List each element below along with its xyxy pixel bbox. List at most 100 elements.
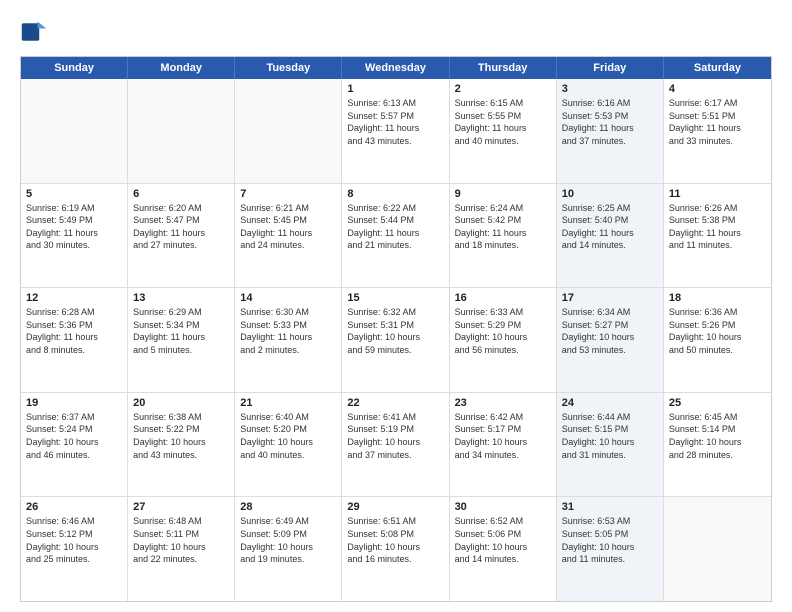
day-info: Sunrise: 6:32 AM Sunset: 5:31 PM Dayligh… bbox=[347, 306, 443, 356]
day-info: Sunrise: 6:49 AM Sunset: 5:09 PM Dayligh… bbox=[240, 515, 336, 565]
day-number: 27 bbox=[133, 501, 229, 513]
day-cell-6: 6 Sunrise: 6:20 AM Sunset: 5:47 PM Daylig… bbox=[128, 184, 235, 288]
day-number: 5 bbox=[26, 188, 122, 200]
day-number: 20 bbox=[133, 397, 229, 409]
day-info: Sunrise: 6:15 AM Sunset: 5:55 PM Dayligh… bbox=[455, 97, 551, 147]
day-cell-10: 10 Sunrise: 6:25 AM Sunset: 5:40 PM Dayli… bbox=[557, 184, 664, 288]
day-of-week-sunday: Sunday bbox=[21, 57, 128, 79]
day-number: 15 bbox=[347, 292, 443, 304]
day-cell-25: 25 Sunrise: 6:45 AM Sunset: 5:14 PM Dayli… bbox=[664, 393, 771, 497]
day-number: 16 bbox=[455, 292, 551, 304]
day-info: Sunrise: 6:41 AM Sunset: 5:19 PM Dayligh… bbox=[347, 411, 443, 461]
day-of-week-wednesday: Wednesday bbox=[342, 57, 449, 79]
header bbox=[20, 18, 772, 46]
day-cell-18: 18 Sunrise: 6:36 AM Sunset: 5:26 PM Dayli… bbox=[664, 288, 771, 392]
day-number: 24 bbox=[562, 397, 658, 409]
calendar-body: 1 Sunrise: 6:13 AM Sunset: 5:57 PM Daylig… bbox=[21, 79, 771, 601]
day-info: Sunrise: 6:21 AM Sunset: 5:45 PM Dayligh… bbox=[240, 202, 336, 252]
calendar-week-1: 1 Sunrise: 6:13 AM Sunset: 5:57 PM Daylig… bbox=[21, 79, 771, 183]
day-number: 7 bbox=[240, 188, 336, 200]
day-cell-12: 12Sunrise: 6:28 AM Sunset: 5:36 PM Dayli… bbox=[21, 288, 128, 392]
calendar-week-5: 26Sunrise: 6:46 AM Sunset: 5:12 PM Dayli… bbox=[21, 496, 771, 601]
day-number: 18 bbox=[669, 292, 766, 304]
day-number: 23 bbox=[455, 397, 551, 409]
day-cell-24: 24Sunrise: 6:44 AM Sunset: 5:15 PM Dayli… bbox=[557, 393, 664, 497]
day-cell-4: 4Sunrise: 6:17 AM Sunset: 5:51 PM Daylig… bbox=[664, 79, 771, 183]
day-cell-29: 29Sunrise: 6:51 AM Sunset: 5:08 PM Dayli… bbox=[342, 497, 449, 601]
day-number: 11 bbox=[669, 188, 766, 200]
day-number: 21 bbox=[240, 397, 336, 409]
day-info: Sunrise: 6:34 AM Sunset: 5:27 PM Dayligh… bbox=[562, 306, 658, 356]
day-number: 4 bbox=[669, 83, 766, 95]
day-cell-30: 30 Sunrise: 6:52 AM Sunset: 5:06 PM Dayli… bbox=[450, 497, 557, 601]
day-info: Sunrise: 6:16 AM Sunset: 5:53 PM Dayligh… bbox=[562, 97, 658, 147]
day-cell-11: 11 Sunrise: 6:26 AM Sunset: 5:38 PM Dayli… bbox=[664, 184, 771, 288]
day-number: 3 bbox=[562, 83, 658, 95]
day-number: 6 bbox=[133, 188, 229, 200]
calendar-week-2: 5 Sunrise: 6:19 AM Sunset: 5:49 PM Daylig… bbox=[21, 183, 771, 288]
day-cell-22: 22Sunrise: 6:41 AM Sunset: 5:19 PM Dayli… bbox=[342, 393, 449, 497]
day-info: Sunrise: 6:52 AM Sunset: 5:06 PM Dayligh… bbox=[455, 515, 551, 565]
page: SundayMondayTuesdayWednesdayThursdayFrid… bbox=[0, 0, 792, 612]
day-info: Sunrise: 6:37 AM Sunset: 5:24 PM Dayligh… bbox=[26, 411, 122, 461]
day-of-week-friday: Friday bbox=[557, 57, 664, 79]
day-cell-16: 16 Sunrise: 6:33 AM Sunset: 5:29 PM Dayli… bbox=[450, 288, 557, 392]
day-of-week-saturday: Saturday bbox=[664, 57, 771, 79]
empty-cell bbox=[128, 79, 235, 183]
day-number: 30 bbox=[455, 501, 551, 513]
day-info: Sunrise: 6:20 AM Sunset: 5:47 PM Dayligh… bbox=[133, 202, 229, 252]
day-info: Sunrise: 6:19 AM Sunset: 5:49 PM Dayligh… bbox=[26, 202, 122, 252]
day-number: 9 bbox=[455, 188, 551, 200]
day-cell-19: 19 Sunrise: 6:37 AM Sunset: 5:24 PM Dayli… bbox=[21, 393, 128, 497]
day-cell-3: 3 Sunrise: 6:16 AM Sunset: 5:53 PM Daylig… bbox=[557, 79, 664, 183]
day-number: 8 bbox=[347, 188, 443, 200]
day-number: 19 bbox=[26, 397, 122, 409]
day-number: 28 bbox=[240, 501, 336, 513]
day-info: Sunrise: 6:24 AM Sunset: 5:42 PM Dayligh… bbox=[455, 202, 551, 252]
day-info: Sunrise: 6:13 AM Sunset: 5:57 PM Dayligh… bbox=[347, 97, 443, 147]
day-cell-28: 28 Sunrise: 6:49 AM Sunset: 5:09 PM Dayli… bbox=[235, 497, 342, 601]
day-info: Sunrise: 6:40 AM Sunset: 5:20 PM Dayligh… bbox=[240, 411, 336, 461]
day-cell-15: 15 Sunrise: 6:32 AM Sunset: 5:31 PM Dayli… bbox=[342, 288, 449, 392]
day-cell-13: 13Sunrise: 6:29 AM Sunset: 5:34 PM Dayli… bbox=[128, 288, 235, 392]
logo bbox=[20, 18, 52, 46]
day-cell-27: 27 Sunrise: 6:48 AM Sunset: 5:11 PM Dayli… bbox=[128, 497, 235, 601]
day-cell-26: 26Sunrise: 6:46 AM Sunset: 5:12 PM Dayli… bbox=[21, 497, 128, 601]
day-info: Sunrise: 6:46 AM Sunset: 5:12 PM Dayligh… bbox=[26, 515, 122, 565]
empty-cell bbox=[21, 79, 128, 183]
day-number: 1 bbox=[347, 83, 443, 95]
day-info: Sunrise: 6:33 AM Sunset: 5:29 PM Dayligh… bbox=[455, 306, 551, 356]
empty-cell bbox=[235, 79, 342, 183]
day-info: Sunrise: 6:30 AM Sunset: 5:33 PM Dayligh… bbox=[240, 306, 336, 356]
day-info: Sunrise: 6:45 AM Sunset: 5:14 PM Dayligh… bbox=[669, 411, 766, 461]
day-of-week-monday: Monday bbox=[128, 57, 235, 79]
calendar-week-4: 19 Sunrise: 6:37 AM Sunset: 5:24 PM Dayli… bbox=[21, 392, 771, 497]
day-info: Sunrise: 6:42 AM Sunset: 5:17 PM Dayligh… bbox=[455, 411, 551, 461]
day-info: Sunrise: 6:22 AM Sunset: 5:44 PM Dayligh… bbox=[347, 202, 443, 252]
day-info: Sunrise: 6:25 AM Sunset: 5:40 PM Dayligh… bbox=[562, 202, 658, 252]
day-cell-2: 2 Sunrise: 6:15 AM Sunset: 5:55 PM Daylig… bbox=[450, 79, 557, 183]
day-cell-8: 8 Sunrise: 6:22 AM Sunset: 5:44 PM Daylig… bbox=[342, 184, 449, 288]
day-info: Sunrise: 6:26 AM Sunset: 5:38 PM Dayligh… bbox=[669, 202, 766, 252]
day-number: 14 bbox=[240, 292, 336, 304]
day-info: Sunrise: 6:29 AM Sunset: 5:34 PM Dayligh… bbox=[133, 306, 229, 356]
day-of-week-tuesday: Tuesday bbox=[235, 57, 342, 79]
day-cell-20: 20Sunrise: 6:38 AM Sunset: 5:22 PM Dayli… bbox=[128, 393, 235, 497]
calendar-week-3: 12Sunrise: 6:28 AM Sunset: 5:36 PM Dayli… bbox=[21, 287, 771, 392]
day-info: Sunrise: 6:53 AM Sunset: 5:05 PM Dayligh… bbox=[562, 515, 658, 565]
day-cell-9: 9 Sunrise: 6:24 AM Sunset: 5:42 PM Daylig… bbox=[450, 184, 557, 288]
day-info: Sunrise: 6:48 AM Sunset: 5:11 PM Dayligh… bbox=[133, 515, 229, 565]
day-info: Sunrise: 6:36 AM Sunset: 5:26 PM Dayligh… bbox=[669, 306, 766, 356]
day-cell-1: 1 Sunrise: 6:13 AM Sunset: 5:57 PM Daylig… bbox=[342, 79, 449, 183]
calendar-header: SundayMondayTuesdayWednesdayThursdayFrid… bbox=[21, 57, 771, 79]
day-number: 17 bbox=[562, 292, 658, 304]
day-info: Sunrise: 6:51 AM Sunset: 5:08 PM Dayligh… bbox=[347, 515, 443, 565]
day-number: 31 bbox=[562, 501, 658, 513]
day-number: 25 bbox=[669, 397, 766, 409]
day-cell-21: 21 Sunrise: 6:40 AM Sunset: 5:20 PM Dayli… bbox=[235, 393, 342, 497]
day-cell-5: 5 Sunrise: 6:19 AM Sunset: 5:49 PM Daylig… bbox=[21, 184, 128, 288]
day-cell-23: 23 Sunrise: 6:42 AM Sunset: 5:17 PM Dayli… bbox=[450, 393, 557, 497]
day-cell-31: 31 Sunrise: 6:53 AM Sunset: 5:05 PM Dayli… bbox=[557, 497, 664, 601]
day-number: 2 bbox=[455, 83, 551, 95]
day-number: 10 bbox=[562, 188, 658, 200]
